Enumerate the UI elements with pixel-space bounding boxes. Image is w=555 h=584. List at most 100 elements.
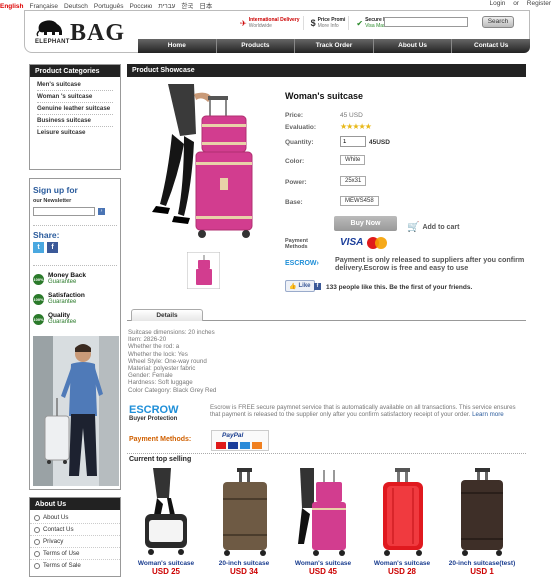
top-selling-item[interactable]: 20-inch suitcase USD 34	[208, 468, 280, 576]
like-count-text: 133 people like this. Be the first of yo…	[326, 284, 473, 291]
language-link[interactable]: 한국	[181, 0, 193, 10]
learn-more-link[interactable]: Learn more	[472, 411, 504, 418]
product-name[interactable]: Woman's suitcase	[366, 560, 438, 567]
promo-price[interactable]: $ Price Promi More Info	[308, 16, 350, 30]
add-to-cart-button[interactable]: 🛒 Add to cart	[407, 222, 459, 233]
guarantee-satisfaction: 100% Satisfaction Guarantee	[33, 292, 117, 306]
like-label: Like	[298, 283, 311, 289]
color-option[interactable]: White	[340, 155, 366, 165]
about-link-terms-sale[interactable]: Terms of Sale	[30, 560, 120, 571]
about-title: About Us	[30, 498, 120, 510]
badge-icon: 100%	[33, 273, 44, 285]
product-name[interactable]: Woman's suitcase	[130, 560, 202, 567]
product-name[interactable]: 20-inch suitcase(test)	[446, 560, 518, 567]
product-main-image[interactable]	[138, 84, 276, 242]
language-link[interactable]: Россию	[130, 3, 153, 10]
showcase-title: Product Showcase	[127, 64, 526, 77]
power-label: Power:	[285, 179, 307, 186]
escrow-desc-text: Escrow is FREE secure paymnet service th…	[210, 404, 516, 418]
payment-methods-label: Payment Methods	[285, 238, 308, 250]
detail-line: Gender: Female	[128, 372, 173, 380]
power-option[interactable]: 25x31	[340, 176, 367, 186]
promo-sub: More Info	[317, 23, 339, 29]
magnifier-icon	[34, 514, 40, 521]
detail-line: Whether the rod: a	[128, 343, 180, 351]
escrow-logo: ESCROW	[129, 404, 179, 416]
language-bar: English Française Deutsch Português Россию עב…	[0, 0, 555, 10]
site-logo[interactable]: ELEPHANT BAG	[33, 15, 133, 49]
detail-line: Material: polyester fabric	[128, 365, 196, 373]
language-link[interactable]: עברית	[158, 3, 175, 10]
quantity-label: Quantity:	[285, 139, 314, 146]
top-selling-item[interactable]: 20-inch suitcase(test) USD 1	[446, 468, 518, 576]
promo-delivery[interactable]: ✈ International Delivery Worldwide	[237, 16, 304, 30]
divider	[127, 453, 526, 454]
twitter-icon[interactable]: t	[33, 242, 44, 253]
language-link[interactable]: Português	[94, 3, 124, 10]
quantity-input[interactable]	[340, 136, 366, 147]
facebook-small-icon: f	[314, 283, 321, 290]
visa-icon	[228, 442, 238, 449]
language-link[interactable]: English	[0, 3, 23, 10]
top-selling-item[interactable]: Woman's suitcase USD 45	[287, 468, 359, 576]
main-nav: Home Products Track Order About Us Conta…	[138, 39, 530, 53]
detail-line: Wheel Style: One-way round	[128, 357, 207, 365]
nav-track-order[interactable]: Track Order	[295, 39, 374, 53]
product-thumbnail[interactable]	[187, 252, 220, 289]
product-title: Woman's suitcase	[285, 91, 364, 101]
search-button[interactable]: Search	[482, 16, 514, 28]
categories-box: Product Categories Men's suitcase Woman …	[29, 64, 121, 170]
category-business[interactable]: Business suitcase	[37, 115, 113, 127]
nav-contact-us[interactable]: Contact Us	[452, 39, 530, 53]
color-label: Color:	[285, 158, 305, 165]
search-input[interactable]	[384, 17, 468, 27]
category-leisure[interactable]: Leisure suitcase	[37, 127, 113, 138]
product-price: USD 28	[387, 567, 416, 576]
magnifier-icon	[34, 562, 40, 569]
newsletter-email-input[interactable]	[33, 207, 95, 216]
product-image	[298, 468, 346, 556]
facebook-like-button[interactable]: 👍 Like	[285, 280, 315, 292]
badge-icon: 100%	[33, 313, 44, 325]
about-link-about[interactable]: About Us	[30, 512, 120, 524]
escrow-notice: Payment is only released to suppliers af…	[335, 255, 525, 272]
category-mens[interactable]: Men's suitcase	[37, 79, 113, 91]
detail-line: Suitcase dimensions: 20 inches	[128, 329, 215, 336]
product-price: USD 1	[470, 567, 494, 576]
category-womans[interactable]: Woman 's suitcase	[37, 91, 113, 103]
guarantee-title: Quality	[48, 312, 71, 319]
logo-small-text: ELEPHANT	[35, 39, 70, 45]
product-name[interactable]: 20-inch suitcase	[208, 560, 280, 567]
login-link[interactable]: Login	[489, 0, 505, 7]
top-selling-item[interactable]: Woman's suitcase USD 25	[130, 468, 202, 576]
nav-about-us[interactable]: About Us	[374, 39, 453, 53]
category-leather[interactable]: Genuine leather suitcase	[37, 103, 113, 115]
guarantee-sub: Guarantee	[48, 319, 77, 325]
newsletter-submit-button[interactable]: ›	[98, 208, 105, 215]
price-value: 45 USD	[340, 112, 363, 119]
language-link[interactable]: 日本	[199, 0, 212, 10]
about-link-contact[interactable]: Contact Us	[30, 524, 120, 536]
buy-now-button[interactable]: Buy Now	[334, 216, 397, 231]
about-link-privacy[interactable]: Privacy	[30, 536, 120, 548]
account-links: Login or Register	[483, 0, 551, 7]
product-name[interactable]: Woman's suitcase	[287, 560, 359, 567]
site-header: ELEPHANT BAG ✈ International Delivery Wo…	[24, 10, 530, 53]
facebook-icon[interactable]: f	[47, 242, 58, 253]
language-link[interactable]: Française	[29, 3, 58, 10]
top-selling-item[interactable]: Woman's suitcase USD 28	[366, 468, 438, 576]
nav-products[interactable]: Products	[217, 39, 296, 53]
base-option[interactable]: MEWS458	[340, 196, 379, 206]
link-label: Terms of Use	[43, 550, 80, 557]
product-image	[223, 468, 267, 556]
escrow-description: Escrow is FREE secure paymnet service th…	[210, 404, 525, 418]
logo-big-text: BAG	[70, 20, 126, 46]
tab-details[interactable]: Details	[131, 309, 203, 321]
guarantee-title: Money Back	[48, 272, 86, 279]
language-link[interactable]: Deutsch	[64, 3, 88, 10]
link-label: Contact Us	[43, 526, 74, 533]
star-half-icon: ★	[364, 122, 372, 131]
about-link-terms-use[interactable]: Terms of Use	[30, 548, 120, 560]
register-link[interactable]: Register	[527, 0, 551, 7]
nav-home[interactable]: Home	[138, 39, 217, 53]
